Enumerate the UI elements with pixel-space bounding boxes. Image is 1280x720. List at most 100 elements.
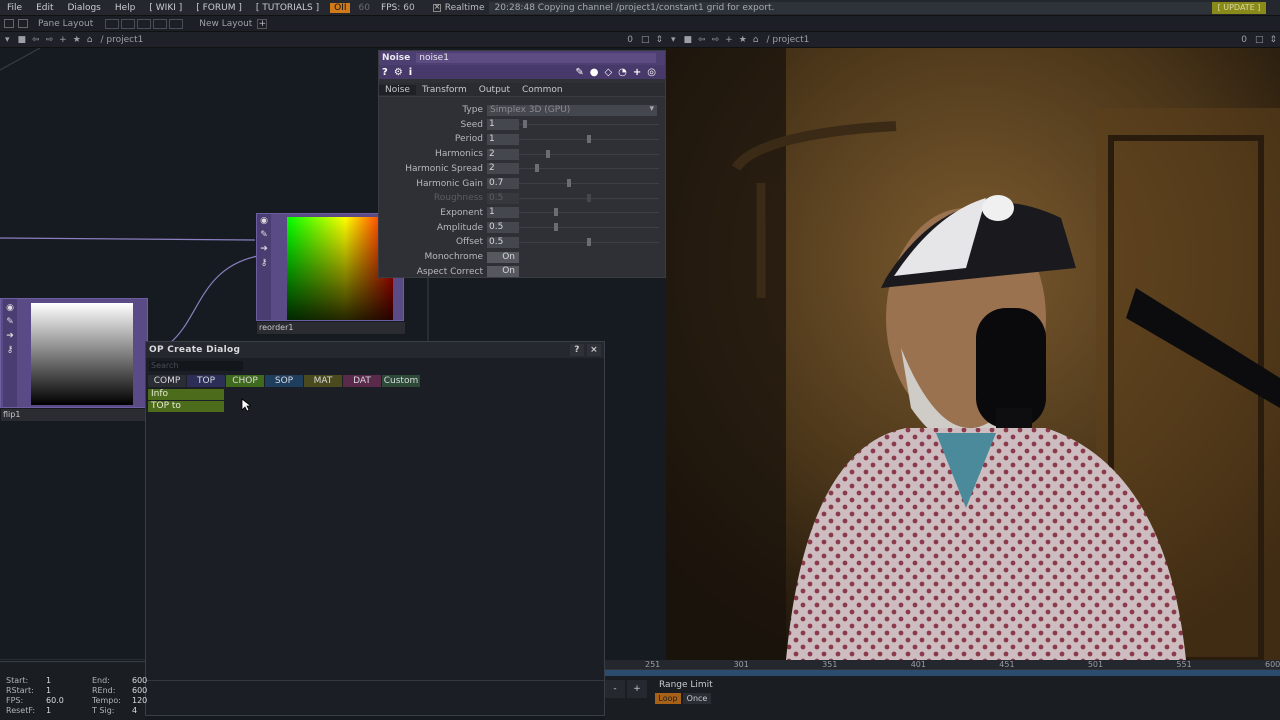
- add-icon[interactable]: +: [59, 35, 67, 45]
- back-icon[interactable]: ⇦: [32, 35, 40, 45]
- param-value-field[interactable]: 0.5: [487, 236, 519, 248]
- dialog-help-button[interactable]: ?: [570, 344, 584, 356]
- param-value-field[interactable]: 1: [487, 119, 519, 131]
- timeline-range-bar[interactable]: [605, 670, 1280, 676]
- op-list-item-info[interactable]: Info: [148, 389, 224, 400]
- layout-preset-2[interactable]: [121, 18, 136, 29]
- home-icon[interactable]: ⌂: [87, 35, 93, 45]
- param-slider[interactable]: [519, 207, 659, 218]
- family-tab-mat[interactable]: MAT: [304, 375, 342, 387]
- slider-knob[interactable]: [587, 237, 591, 246]
- timeline[interactable]: 251 301 351 401 451 501 551 600 - + Range Limit…: [605, 660, 1280, 720]
- node-label[interactable]: flip1: [1, 409, 149, 421]
- param-value-field[interactable]: 2: [487, 148, 519, 160]
- layout-split-icon[interactable]: [18, 19, 28, 28]
- tag-icon[interactable]: ◇: [604, 67, 612, 78]
- new-layout-label[interactable]: New Layout: [199, 19, 252, 29]
- timeline-ruler[interactable]: 251 301 351 401 451 501 551 600: [605, 660, 1280, 670]
- split-icon[interactable]: ⇕: [655, 35, 663, 45]
- slider-knob[interactable]: [546, 149, 551, 158]
- pencil-icon[interactable]: ✎: [257, 230, 271, 240]
- param-value-field[interactable]: 1: [487, 207, 519, 219]
- param-value-field[interactable]: 0.5: [487, 222, 519, 234]
- param-slider[interactable]: [519, 237, 659, 248]
- python-icon[interactable]: ◔: [618, 67, 627, 78]
- resetf-value[interactable]: 1: [46, 706, 51, 715]
- forward-icon[interactable]: ⇨: [46, 35, 54, 45]
- tsig-value[interactable]: 4: [132, 706, 137, 715]
- home-icon[interactable]: ⌂: [753, 35, 759, 45]
- slider-knob[interactable]: [523, 120, 528, 129]
- maximize-icon[interactable]: □: [1255, 35, 1264, 45]
- param-value-field[interactable]: 0.7: [487, 178, 519, 189]
- pencil-icon[interactable]: ✎: [575, 67, 583, 78]
- tab-common[interactable]: Common: [516, 85, 569, 95]
- oi-indicator[interactable]: OII: [330, 2, 351, 13]
- wiki-link[interactable]: [ WIKI ]: [142, 3, 189, 13]
- param-slider[interactable]: [519, 149, 659, 160]
- tempo-value[interactable]: 120: [132, 696, 147, 705]
- slider-knob[interactable]: [587, 134, 591, 143]
- tab-noise[interactable]: Noise: [379, 84, 416, 95]
- family-tab-comp[interactable]: COMP: [148, 375, 186, 387]
- lock-icon[interactable]: ⚷: [257, 258, 271, 268]
- param-slider[interactable]: [519, 134, 659, 145]
- realtime-checkbox[interactable]: [432, 2, 441, 12]
- param-slider[interactable]: [519, 222, 659, 233]
- pencil-icon[interactable]: ✎: [3, 317, 17, 327]
- viewer-icon[interactable]: ◉: [257, 216, 271, 226]
- network-path[interactable]: / project1: [766, 35, 809, 45]
- dialog-close-button[interactable]: ×: [587, 344, 601, 356]
- rstart-value[interactable]: 1: [46, 686, 51, 695]
- timeline-minus-button[interactable]: -: [605, 680, 625, 698]
- param-value-field[interactable]: 0.5: [487, 192, 519, 204]
- forum-link[interactable]: [ FORUM ]: [189, 3, 249, 13]
- add-icon[interactable]: +: [725, 35, 733, 45]
- star-icon[interactable]: ★: [73, 35, 81, 45]
- help-icon[interactable]: ?: [382, 67, 388, 78]
- slider-knob[interactable]: [566, 179, 571, 187]
- menu-help[interactable]: Help: [108, 3, 143, 13]
- param-slider[interactable]: [519, 119, 659, 130]
- op-list-item-top-to[interactable]: TOP to: [148, 401, 224, 412]
- tutorials-link[interactable]: [ TUTORIALS ]: [249, 3, 326, 13]
- family-tab-custom[interactable]: Custom: [382, 375, 420, 387]
- timeline-plus-button[interactable]: +: [627, 680, 647, 698]
- loop-button[interactable]: Loop: [655, 693, 681, 704]
- dialog-title-bar[interactable]: OP Create Dialog ? ×: [146, 342, 604, 358]
- menu-file[interactable]: File: [0, 3, 29, 13]
- op-search-input[interactable]: Search: [149, 361, 243, 371]
- param-slider[interactable]: [519, 163, 659, 174]
- tab-output[interactable]: Output: [473, 85, 516, 95]
- viewer-icon[interactable]: ◉: [3, 303, 17, 313]
- rend-value[interactable]: 600: [132, 686, 147, 695]
- family-tab-chop[interactable]: CHOP: [226, 375, 264, 387]
- add-icon[interactable]: +: [633, 67, 641, 78]
- back-icon[interactable]: ⇦: [698, 35, 706, 45]
- end-value[interactable]: 600: [132, 676, 147, 685]
- new-layout-plus[interactable]: +: [257, 18, 268, 29]
- slider-knob[interactable]: [554, 208, 559, 217]
- node-label[interactable]: reorder1: [257, 322, 405, 334]
- slider-knob[interactable]: [535, 164, 540, 173]
- fps-value[interactable]: 60.0: [46, 696, 64, 705]
- slider-knob[interactable]: [587, 193, 591, 202]
- param-slider[interactable]: [519, 178, 659, 189]
- family-tab-sop[interactable]: SOP: [265, 375, 303, 387]
- lock-icon[interactable]: ⚷: [3, 345, 17, 355]
- target-icon[interactable]: ◎: [647, 67, 656, 78]
- arrow-right-icon[interactable]: ➔: [257, 244, 271, 254]
- layout-preset-1[interactable]: [105, 18, 120, 29]
- star-icon[interactable]: ★: [739, 35, 747, 45]
- start-value[interactable]: 1: [46, 676, 51, 685]
- op-name-field[interactable]: noise1: [416, 53, 657, 63]
- family-tab-dat[interactable]: DAT: [343, 375, 381, 387]
- param-toggle[interactable]: On: [487, 266, 519, 278]
- param-value-field[interactable]: 1: [487, 133, 519, 145]
- arrow-right-icon[interactable]: ➔: [3, 331, 17, 341]
- python-help-icon[interactable]: ⚙: [394, 67, 403, 78]
- layout-icon[interactable]: [4, 19, 14, 28]
- tab-transform[interactable]: Transform: [416, 85, 473, 95]
- update-button[interactable]: [ UPDATE ]: [1212, 2, 1266, 14]
- flip-node[interactable]: ◉ ✎ ➔ ⚷ flip1: [0, 298, 149, 421]
